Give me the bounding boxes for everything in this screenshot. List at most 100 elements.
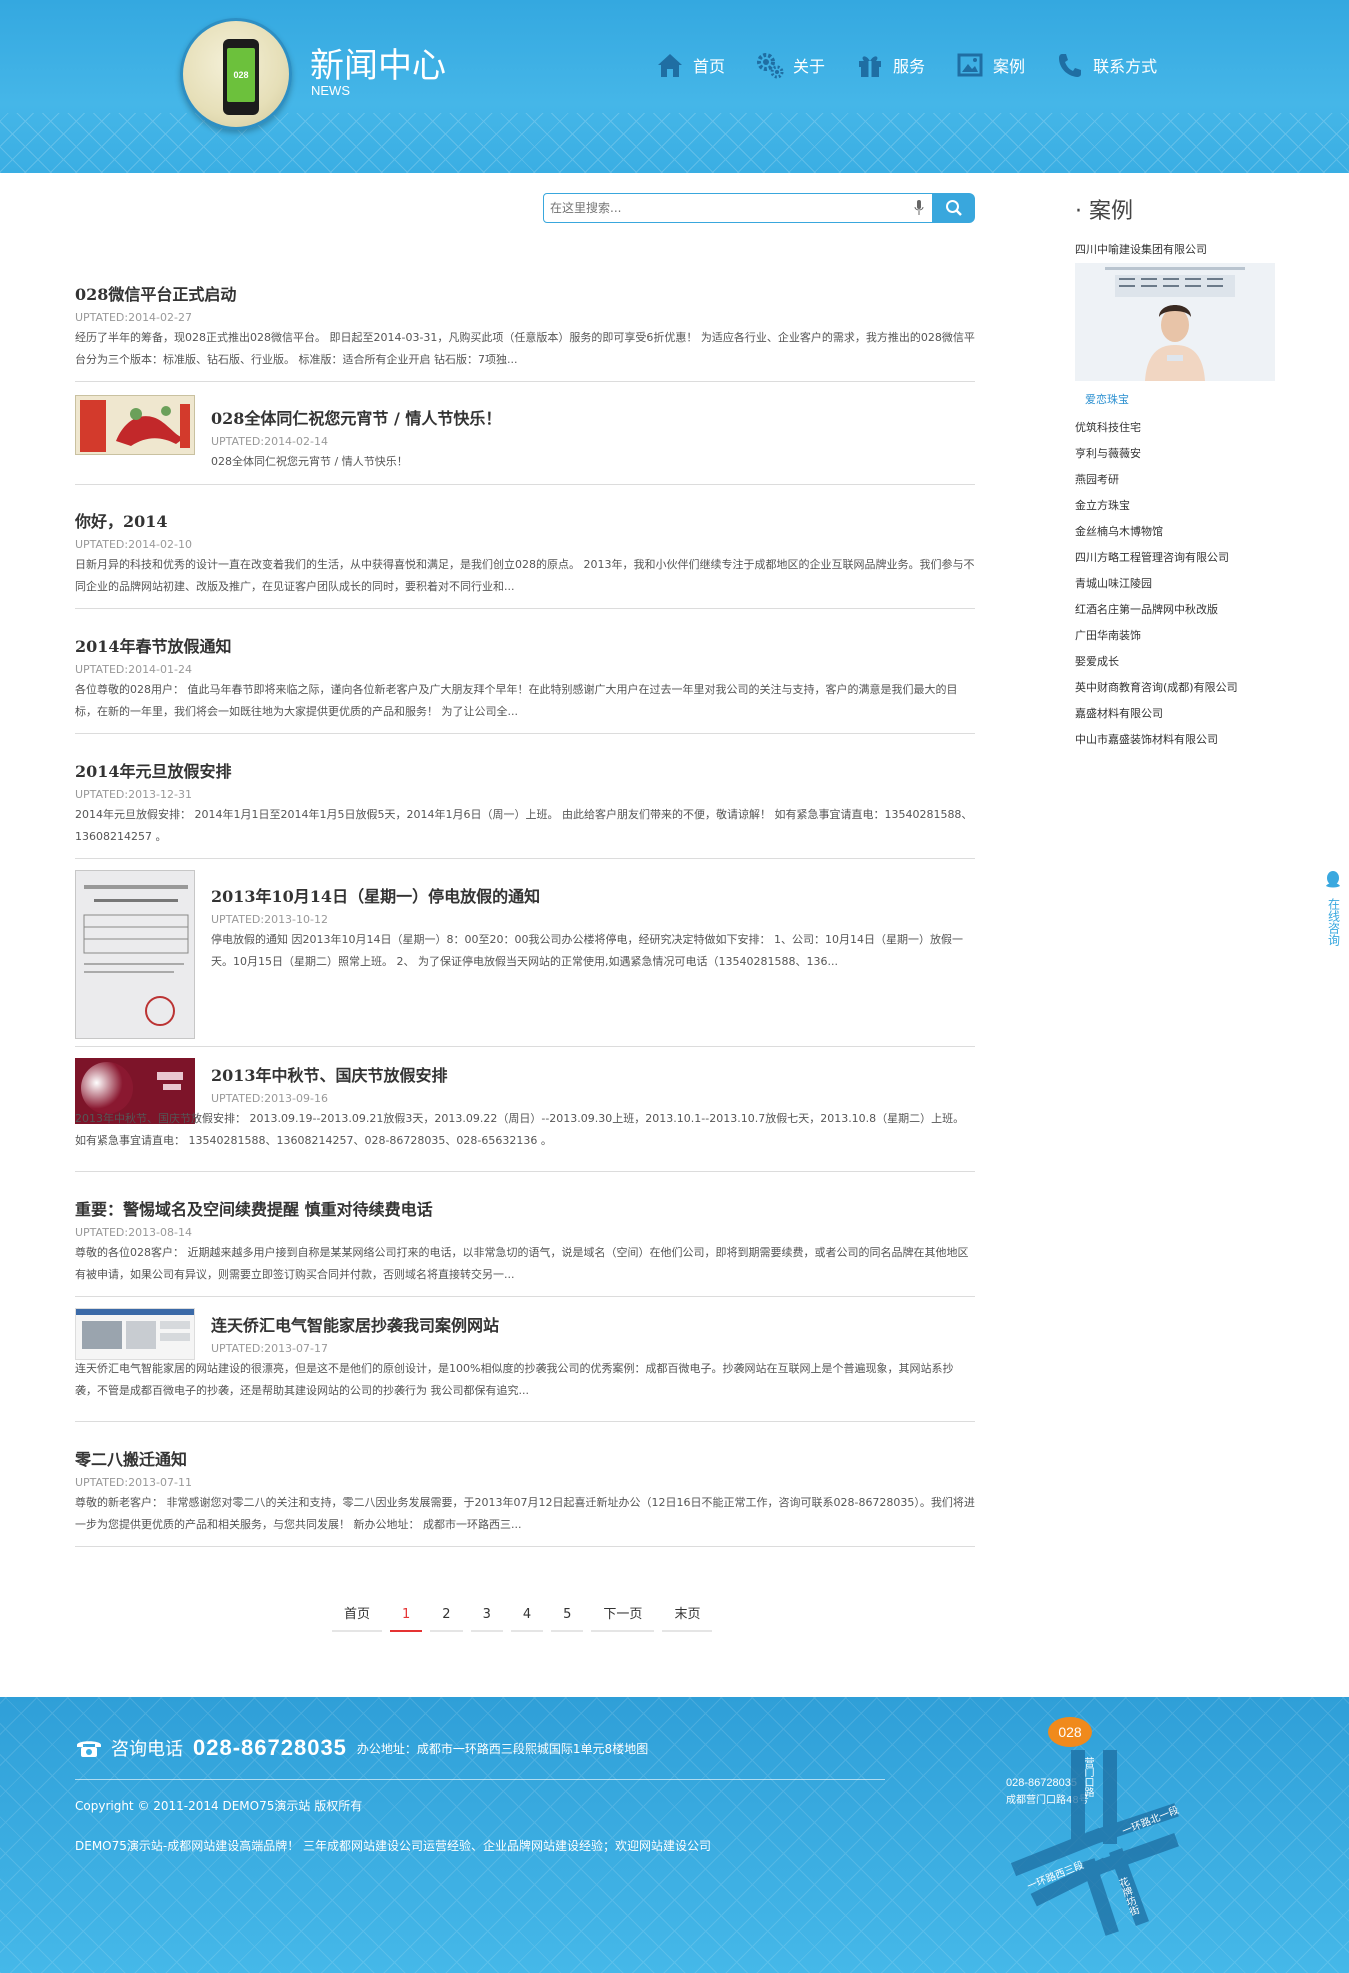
home-icon <box>658 54 682 77</box>
news-item: 连天侨汇电气智能家居抄袭我司案例网站 UPTATED:2013-07-17 连天… <box>75 1297 975 1422</box>
news-desc: 028全体同仁祝您元宵节 / 情人节快乐！ <box>211 455 408 468</box>
pager-page-2[interactable]: 2 <box>430 1598 463 1632</box>
news-title[interactable]: 2014年元旦放假安排 <box>75 758 232 782</box>
list-item[interactable]: 燕园考研 <box>1075 467 1275 493</box>
pager-page-3[interactable]: 3 <box>470 1598 503 1632</box>
news-desc: 尊敬的新老客户： 非常感谢您对零二八的关注和支持，零二八因业务发展需要，于201… <box>75 1496 975 1531</box>
list-item[interactable]: 金立方珠宝 <box>1075 493 1275 519</box>
case-thumbnail[interactable] <box>1075 263 1275 381</box>
news-desc: 日新月异的科技和优秀的设计一直在改变着我们的生活，从中获得喜悦和满足，是我们创立… <box>75 558 975 593</box>
online-consult-button[interactable]: 在线咨询 <box>1320 870 1346 946</box>
page-title: 新闻中心 <box>310 46 446 86</box>
news-title[interactable]: 2013年10月14日（星期一）停电放假的通知 <box>211 883 540 907</box>
list-item[interactable]: 嘉盛材料有限公司 <box>1075 701 1275 727</box>
sidebar-title: · 案例 <box>1075 199 1133 224</box>
news-title[interactable]: 2013年中秋节、国庆节放假安排 <box>211 1062 448 1086</box>
phone-number: 028-86728035 <box>193 1735 347 1760</box>
news-item: 零二八搬迁通知 UPTATED:2013-07-11 尊敬的新老客户： 非常感谢… <box>75 1422 975 1547</box>
news-title[interactable]: 你好，2014 <box>75 508 168 532</box>
picture-icon <box>957 53 983 77</box>
news-item: 028全体同仁祝您元宵节 / 情人节快乐！ UPTATED:2014-02-14… <box>75 395 975 485</box>
footer-map[interactable]: 028 028-86728035 成都营门口路48号 营门口路 一环路北一段 一… <box>1000 1717 1200 1957</box>
news-desc: 尊敬的各位028客户： 近期越来越多用户接到自称是某某网络公司打来的电话，以非常… <box>75 1246 969 1281</box>
news-desc: 2013年中秋节、国庆节放假安排： 2013.09.19--2013.09.21… <box>75 1112 965 1147</box>
news-date: UPTATED:2014-02-27 <box>75 311 192 324</box>
pager-page-4[interactable]: 4 <box>510 1598 544 1632</box>
news-thumbnail[interactable] <box>75 395 195 455</box>
list-item[interactable]: 广田华南装饰 <box>1075 623 1275 649</box>
news-title[interactable]: 重要：警惕域名及空间续费提醒 慎重对待续费电话 <box>75 1196 433 1220</box>
news-title[interactable]: 028全体同仁祝您元宵节 / 情人节快乐！ <box>211 405 501 429</box>
news-title[interactable]: 零二八搬迁通知 <box>75 1446 187 1470</box>
news-date: UPTATED:2013-09-16 <box>211 1092 328 1105</box>
logo-text: 028 <box>227 48 255 102</box>
case-caption[interactable]: 爱恋珠宝 <box>1085 391 1275 407</box>
sidebar-item-first[interactable]: 四川中喻建设集团有限公司 <box>1075 241 1275 257</box>
news-desc: 各位尊敬的028用户： 值此马年春节即将来临之际，谨向各位新老客户及广大朋友拜个… <box>75 683 958 718</box>
qq-icon <box>1326 871 1340 888</box>
online-consult-label: 在线咨询 <box>1326 898 1341 946</box>
list-item[interactable]: 英中财商教育咨询(成都)有限公司 <box>1075 675 1275 701</box>
map-road-label: 营门口路 <box>1082 1757 1093 1797</box>
copyright: Copyright © 2011-2014 DEMO75演示站 版权所有 <box>75 1799 363 1813</box>
logo[interactable]: 028 <box>180 18 292 130</box>
main-nav: 首页 关于 服务 案例 联系方式 <box>655 50 1187 80</box>
page-subtitle: NEWS <box>311 83 350 98</box>
list-item[interactable]: 亨利与薇薇安 <box>1075 441 1275 467</box>
pager-page-1[interactable]: 1 <box>390 1598 423 1632</box>
header-pattern <box>0 113 1349 173</box>
pager-next[interactable]: 下一页 <box>591 1598 655 1632</box>
search-button[interactable] <box>933 193 975 223</box>
news-item: 2013年10月14日（星期一）停电放假的通知 UPTATED:2013-10-… <box>75 859 975 1047</box>
nav-label: 关于 <box>793 57 826 76</box>
news-title[interactable]: 2014年春节放假通知 <box>75 633 232 657</box>
nav-cases[interactable]: 案例 <box>955 50 1025 80</box>
sidebar: · 案例 四川中喻建设集团有限公司 爱恋珠宝 优筑科技住宅 亨利与薇薇安 燕园考… <box>1075 173 1275 753</box>
news-item: 2014年元旦放假安排 UPTATED:2013-12-31 2014年元旦放假… <box>75 734 975 859</box>
news-thumbnail[interactable] <box>75 1308 195 1360</box>
search-input[interactable] <box>544 194 904 222</box>
case-list: 优筑科技住宅 亨利与薇薇安 燕园考研 金立方珠宝 金丝楠乌木博物馆 四川方略工程… <box>1075 415 1275 753</box>
mic-icon[interactable] <box>914 200 924 216</box>
news-item: 重要：警惕域名及空间续费提醒 慎重对待续费电话 UPTATED:2013-08-… <box>75 1172 975 1297</box>
gears-icon <box>757 53 784 79</box>
list-item[interactable]: 优筑科技住宅 <box>1075 415 1275 441</box>
phone-icon <box>1059 54 1082 77</box>
list-item[interactable]: 娶爱成长 <box>1075 649 1275 675</box>
news-date: UPTATED:2014-02-10 <box>75 538 192 551</box>
address[interactable]: 办公地址：成都市一环路西三段熙城国际1单元8楼地图 <box>357 1740 648 1757</box>
phone-icon-logo: 028 <box>223 39 259 115</box>
footer: 咨询电话 028-86728035 办公地址：成都市一环路西三段熙城国际1单元8… <box>0 1697 1349 1973</box>
nav-label: 案例 <box>993 57 1026 76</box>
news-date: UPTATED:2014-02-14 <box>211 435 328 448</box>
news-item: 2013年中秋节、国庆节放假安排 UPTATED:2013-09-16 2013… <box>75 1047 975 1172</box>
news-desc: 连天侨汇电气智能家居的网站建设的很漂亮，但是这不是他们的原创设计，是100%相似… <box>75 1362 954 1397</box>
search-icon <box>946 200 962 216</box>
pager-first[interactable]: 首页 <box>332 1598 383 1632</box>
news-title[interactable]: 连天侨汇电气智能家居抄袭我司案例网站 <box>211 1312 499 1336</box>
gift-icon <box>859 56 882 77</box>
search-box <box>543 193 933 223</box>
list-item[interactable]: 金丝楠乌木博物馆 <box>1075 519 1275 545</box>
nav-contact[interactable]: 联系方式 <box>1055 50 1157 80</box>
list-item[interactable]: 中山市嘉盛装饰材料有限公司 <box>1075 727 1275 753</box>
road-map <box>1010 1750 1179 1936</box>
nav-home[interactable]: 首页 <box>655 50 725 80</box>
header: 028 新闻中心 NEWS 首页 关于 服务 案例 联系方式 <box>0 0 1349 173</box>
telephone-icon <box>77 1741 101 1757</box>
list-item[interactable]: 四川方略工程管理咨询有限公司 <box>1075 545 1275 571</box>
pager-last[interactable]: 末页 <box>662 1598 713 1632</box>
news-title[interactable]: 028微信平台正式启动 <box>75 281 236 305</box>
pager-page-5[interactable]: 5 <box>551 1598 584 1632</box>
news-desc: 经历了半年的筹备，现028正式推出028微信平台。 即日起至2014-03-31… <box>75 331 975 366</box>
nav-label: 服务 <box>893 57 926 76</box>
news-date: UPTATED:2013-07-17 <box>211 1342 328 1355</box>
nav-service[interactable]: 服务 <box>855 50 925 80</box>
nav-label: 首页 <box>693 57 726 76</box>
news-thumbnail[interactable] <box>75 870 195 1039</box>
list-item[interactable]: 红酒名庄第一品牌网中秋改版 <box>1075 597 1275 623</box>
footer-contact: 咨询电话 028-86728035 办公地址：成都市一环路西三段熙城国际1单元8… <box>75 1735 648 1761</box>
news-date: UPTATED:2013-12-31 <box>75 788 192 801</box>
list-item[interactable]: 青城山味江陵园 <box>1075 571 1275 597</box>
nav-about[interactable]: 关于 <box>755 50 825 80</box>
